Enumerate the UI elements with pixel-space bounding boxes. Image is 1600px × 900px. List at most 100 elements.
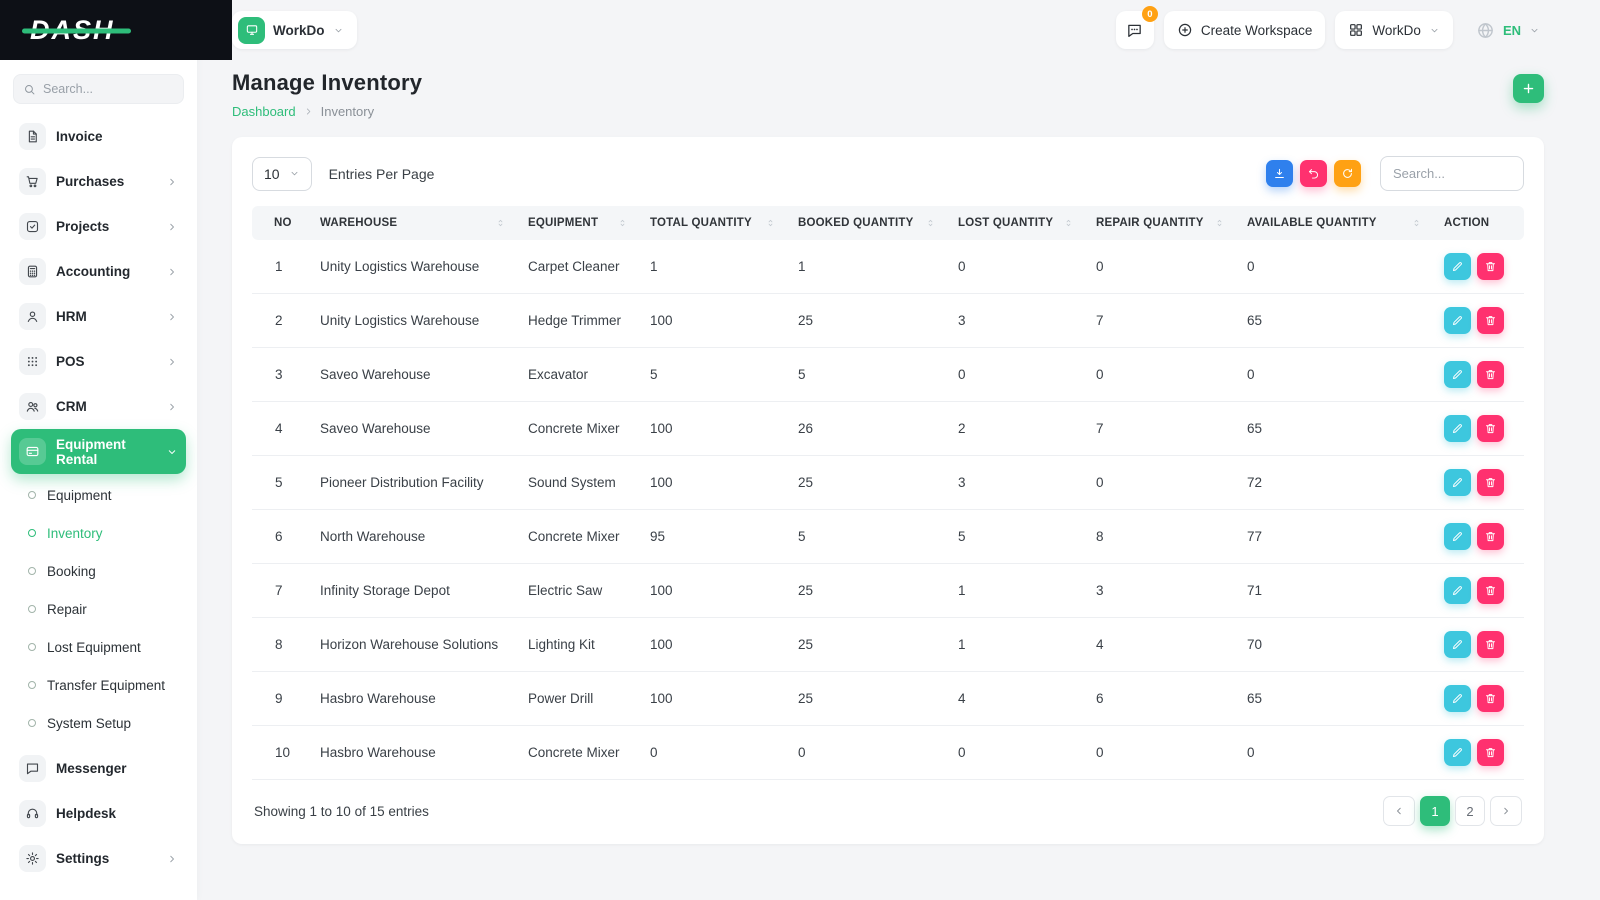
delete-button[interactable]: [1477, 685, 1504, 712]
cell-available-quantity: 65: [1239, 401, 1436, 456]
delete-button[interactable]: [1477, 739, 1504, 766]
delete-button[interactable]: [1477, 415, 1504, 442]
sidebar-search-input[interactable]: [43, 82, 174, 96]
brand-logo[interactable]: DASH: [30, 15, 115, 46]
chevron-right-icon: [166, 356, 178, 368]
sidebar-item-hrm[interactable]: HRM: [11, 294, 186, 339]
sidebar-item-projects[interactable]: Projects: [11, 204, 186, 249]
inventory-row: 9 Hasbro Warehouse Power Drill 100 25 4 6 65: [252, 671, 1524, 726]
cell-equipment: Carpet Cleaner: [520, 240, 642, 294]
cell-lost-quantity: 0: [950, 347, 1088, 402]
column-header-warehouse[interactable]: WAREHOUSE: [312, 206, 520, 240]
sidebar-subitem-inventory[interactable]: Inventory: [11, 514, 186, 552]
export-button[interactable]: [1266, 160, 1293, 187]
add-inventory-button[interactable]: [1513, 74, 1544, 103]
edit-button[interactable]: [1444, 415, 1471, 442]
cell-total-quantity: 100: [642, 617, 790, 672]
sidebar-subitem-system-setup[interactable]: System Setup: [11, 704, 186, 742]
sidebar-item-label: HRM: [56, 309, 87, 324]
sidebar-item-invoice[interactable]: Invoice: [11, 114, 186, 159]
column-header-total-quantity[interactable]: TOTAL QUANTITY: [642, 206, 790, 240]
inventory-row: 5 Pioneer Distribution Facility Sound Syst…: [252, 455, 1524, 510]
cell-booked-quantity: 25: [790, 617, 950, 672]
cell-equipment: Power Drill: [520, 671, 642, 726]
column-header-repair-quantity[interactable]: REPAIR QUANTITY: [1088, 206, 1239, 240]
pagination-prev[interactable]: [1383, 796, 1415, 826]
sort-icon: [1411, 218, 1422, 229]
pagination-page-1[interactable]: 1: [1420, 796, 1450, 826]
sidebar-item-messenger[interactable]: Messenger: [11, 746, 186, 791]
edit-button[interactable]: [1444, 523, 1471, 550]
sidebar-item-settings[interactable]: Settings: [11, 836, 186, 881]
delete-button[interactable]: [1477, 631, 1504, 658]
sidebar-item-equipment-rental[interactable]: Equipment Rental: [11, 429, 186, 474]
workspace-switcher[interactable]: WorkDo: [232, 11, 357, 49]
cell-repair-quantity: 0: [1088, 725, 1239, 780]
column-header-lost-quantity[interactable]: LOST QUANTITY: [950, 206, 1088, 240]
breadcrumb-dashboard-link[interactable]: Dashboard: [232, 104, 296, 119]
cell-equipment: Concrete Mixer: [520, 509, 642, 564]
column-header-equipment[interactable]: EQUIPMENT: [520, 206, 642, 240]
delete-button[interactable]: [1477, 523, 1504, 550]
edit-button[interactable]: [1444, 361, 1471, 388]
table-header-row: NO WAREHOUSE EQUIPMENT TOTAL QUANTITY BOOKED…: [252, 206, 1524, 240]
column-header-booked-quantity[interactable]: BOOKED QUANTITY: [790, 206, 950, 240]
language-selector[interactable]: EN: [1463, 11, 1544, 49]
edit-button[interactable]: [1444, 631, 1471, 658]
inventory-row: 6 North Warehouse Concrete Mixer 95 5 5 8 77: [252, 509, 1524, 564]
delete-button[interactable]: [1477, 307, 1504, 334]
messages-button[interactable]: 0: [1115, 6, 1158, 49]
cell-warehouse: Unity Logistics Warehouse: [312, 240, 520, 294]
user-menu[interactable]: WorkDo: [1335, 11, 1453, 49]
sidebar-item-accounting[interactable]: Accounting: [11, 249, 186, 294]
chevron-down-icon: [1429, 25, 1440, 36]
sidebar-item-label: Settings: [56, 851, 110, 866]
sidebar-subitem-lost-equipment[interactable]: Lost Equipment: [11, 628, 186, 666]
edit-button[interactable]: [1444, 253, 1471, 280]
pagination-next[interactable]: [1490, 796, 1522, 826]
cell-total-quantity: 95: [642, 509, 790, 564]
edit-button[interactable]: [1444, 307, 1471, 334]
cell-available-quantity: 72: [1239, 455, 1436, 510]
edit-button[interactable]: [1444, 685, 1471, 712]
page-title: Manage Inventory: [232, 70, 423, 95]
delete-button[interactable]: [1477, 469, 1504, 496]
edit-button[interactable]: [1444, 739, 1471, 766]
delete-button[interactable]: [1477, 361, 1504, 388]
sidebar-subitem-booking[interactable]: Booking: [11, 552, 186, 590]
edit-button[interactable]: [1444, 577, 1471, 604]
column-header-available-quantity[interactable]: AVAILABLE QUANTITY: [1239, 206, 1436, 240]
refresh-button[interactable]: [1334, 160, 1361, 187]
cell-equipment: Concrete Mixer: [520, 725, 642, 780]
undo-button[interactable]: [1300, 160, 1327, 187]
sort-icon: [925, 218, 936, 229]
column-header-no: NO: [252, 206, 312, 240]
entries-value: 10: [264, 165, 280, 182]
pagination-page-2[interactable]: 2: [1455, 796, 1485, 826]
cell-repair-quantity: 3: [1088, 563, 1239, 618]
sidebar-item-helpdesk[interactable]: Helpdesk: [11, 791, 186, 836]
table-search-input[interactable]: [1380, 156, 1524, 191]
cell-no: 5: [252, 455, 312, 510]
sidebar-subitem-equipment[interactable]: Equipment: [11, 476, 186, 514]
sidebar-item-purchases[interactable]: Purchases: [11, 159, 186, 204]
sidebar-subitem-repair[interactable]: Repair: [11, 590, 186, 628]
entries-per-page-select[interactable]: 10: [252, 156, 312, 191]
cell-total-quantity: 5: [642, 347, 790, 402]
cell-booked-quantity: 0: [790, 725, 950, 780]
cell-no: 9: [252, 671, 312, 726]
trash-icon: [1484, 746, 1497, 759]
chevron-right-icon: [166, 266, 178, 278]
refresh-icon: [1341, 167, 1354, 180]
delete-button[interactable]: [1477, 577, 1504, 604]
cell-repair-quantity: 0: [1088, 455, 1239, 510]
create-workspace-button[interactable]: Create Workspace: [1163, 11, 1326, 49]
chevron-down-icon: [166, 446, 178, 458]
delete-button[interactable]: [1477, 253, 1504, 280]
sidebar-item-pos[interactable]: POS: [11, 339, 186, 384]
sidebar-item-crm[interactable]: CRM: [11, 384, 186, 429]
cell-no: 3: [252, 347, 312, 402]
sidebar-subitem-transfer-equipment[interactable]: Transfer Equipment: [11, 666, 186, 704]
edit-button[interactable]: [1444, 469, 1471, 496]
pencil-icon: [1451, 476, 1464, 489]
